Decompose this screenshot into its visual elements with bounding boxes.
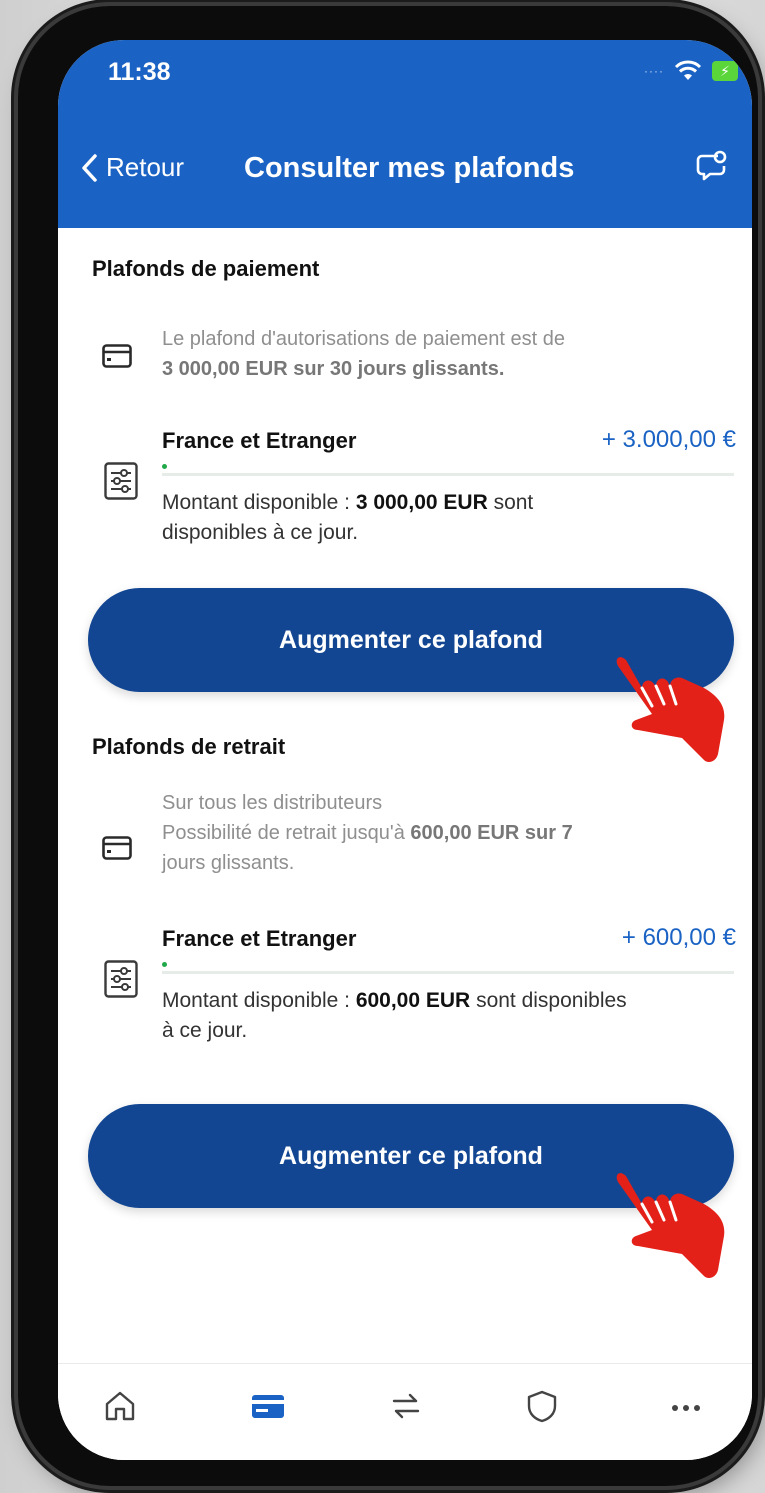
payment-limit-label: France et Etranger: [162, 428, 357, 453]
navigation-bar: Retour Consulter mes plafonds: [58, 114, 752, 228]
back-button[interactable]: Retour: [80, 152, 184, 183]
shield-icon[interactable]: [524, 1388, 560, 1424]
withdrawal-limit-label: France et Etranger: [162, 926, 357, 951]
payment-progress-bar: [162, 473, 734, 476]
signal-icon: ····: [644, 64, 664, 78]
status-indicators: ···· ⚡: [644, 60, 738, 82]
withdrawal-info-line2: Possibilité de retrait jusqu'à 600,00 EU…: [162, 818, 722, 848]
withdrawal-available-value: 600,00 EUR: [355, 989, 471, 1012]
payment-available-value: 3 000,00 EUR: [355, 491, 488, 514]
back-label: Retour: [106, 152, 185, 182]
payment-info-line1: Le plafond d'autorisations de paiement e…: [162, 328, 565, 350]
phone-frame: 11:38 ···· ⚡ Retour Consulter mes plafon…: [18, 6, 758, 1486]
withdrawal-available-line2: à ce jour.: [162, 1019, 248, 1042]
status-bar: 11:38 ···· ⚡: [58, 40, 752, 114]
payment-available-suffix: sont: [493, 491, 534, 514]
withdrawal-info-line1: Sur tous les distributeurs: [162, 792, 383, 814]
withdrawal-progress-bar: [162, 971, 734, 974]
withdrawal-section-title: Plafonds de retrait: [92, 734, 286, 759]
payment-info-text: Le plafond d'autorisations de paiement e…: [162, 324, 722, 384]
card-icon: [102, 836, 132, 860]
payment-available-prefix: Montant disponible :: [162, 491, 350, 514]
payment-available-text: Montant disponible : 3 000,00 EUR sont d…: [162, 488, 738, 548]
withdrawal-info-line3: jours glissants.: [162, 852, 295, 874]
home-icon[interactable]: [102, 1388, 138, 1424]
withdrawal-info-text: Sur tous les distributeurs Possibilité d…: [162, 788, 722, 878]
wifi-icon: [674, 60, 702, 80]
tab-bar: [58, 1363, 752, 1460]
battery-icon: ⚡: [712, 61, 738, 81]
sliders-icon: [104, 960, 138, 998]
withdrawal-available-text: Montant disponible : 600,00 EUR sont dis…: [162, 986, 738, 1046]
card-icon: [102, 344, 132, 368]
payment-available-line2: disponibles à ce jour.: [162, 521, 359, 544]
screen: 11:38 ···· ⚡ Retour Consulter mes plafon…: [58, 40, 752, 1460]
payment-info-line2: 3 000,00 EUR sur 30 jours glissants.: [162, 358, 505, 380]
progress-dot: [162, 464, 167, 469]
payment-section-title: Plafonds de paiement: [92, 256, 320, 281]
chevron-left-icon: [82, 153, 97, 182]
withdrawal-available-prefix: Montant disponible :: [162, 989, 350, 1012]
payment-limit-amount: + 3.000,00 €: [601, 426, 736, 453]
withdrawal-info-line2-prefix: Possibilité de retrait jusqu'à: [162, 822, 405, 844]
withdrawal-available-suffix: sont disponibles: [476, 989, 627, 1012]
progress-dot: [162, 962, 167, 967]
sliders-icon: [104, 462, 138, 500]
more-icon[interactable]: [668, 1388, 704, 1424]
pointing-hand-icon: [616, 1173, 725, 1278]
status-time: 11:38: [108, 58, 171, 86]
withdrawal-info-line2-value: 600,00 EUR sur 7: [410, 822, 573, 844]
page-title: Consulter mes plafonds: [244, 152, 575, 184]
withdrawal-limit-amount: + 600,00 €: [621, 924, 736, 951]
chat-icon[interactable]: [694, 148, 730, 184]
transfer-icon[interactable]: [388, 1388, 424, 1424]
pointing-hand-icon: [616, 657, 725, 762]
card-icon[interactable]: [250, 1388, 286, 1424]
